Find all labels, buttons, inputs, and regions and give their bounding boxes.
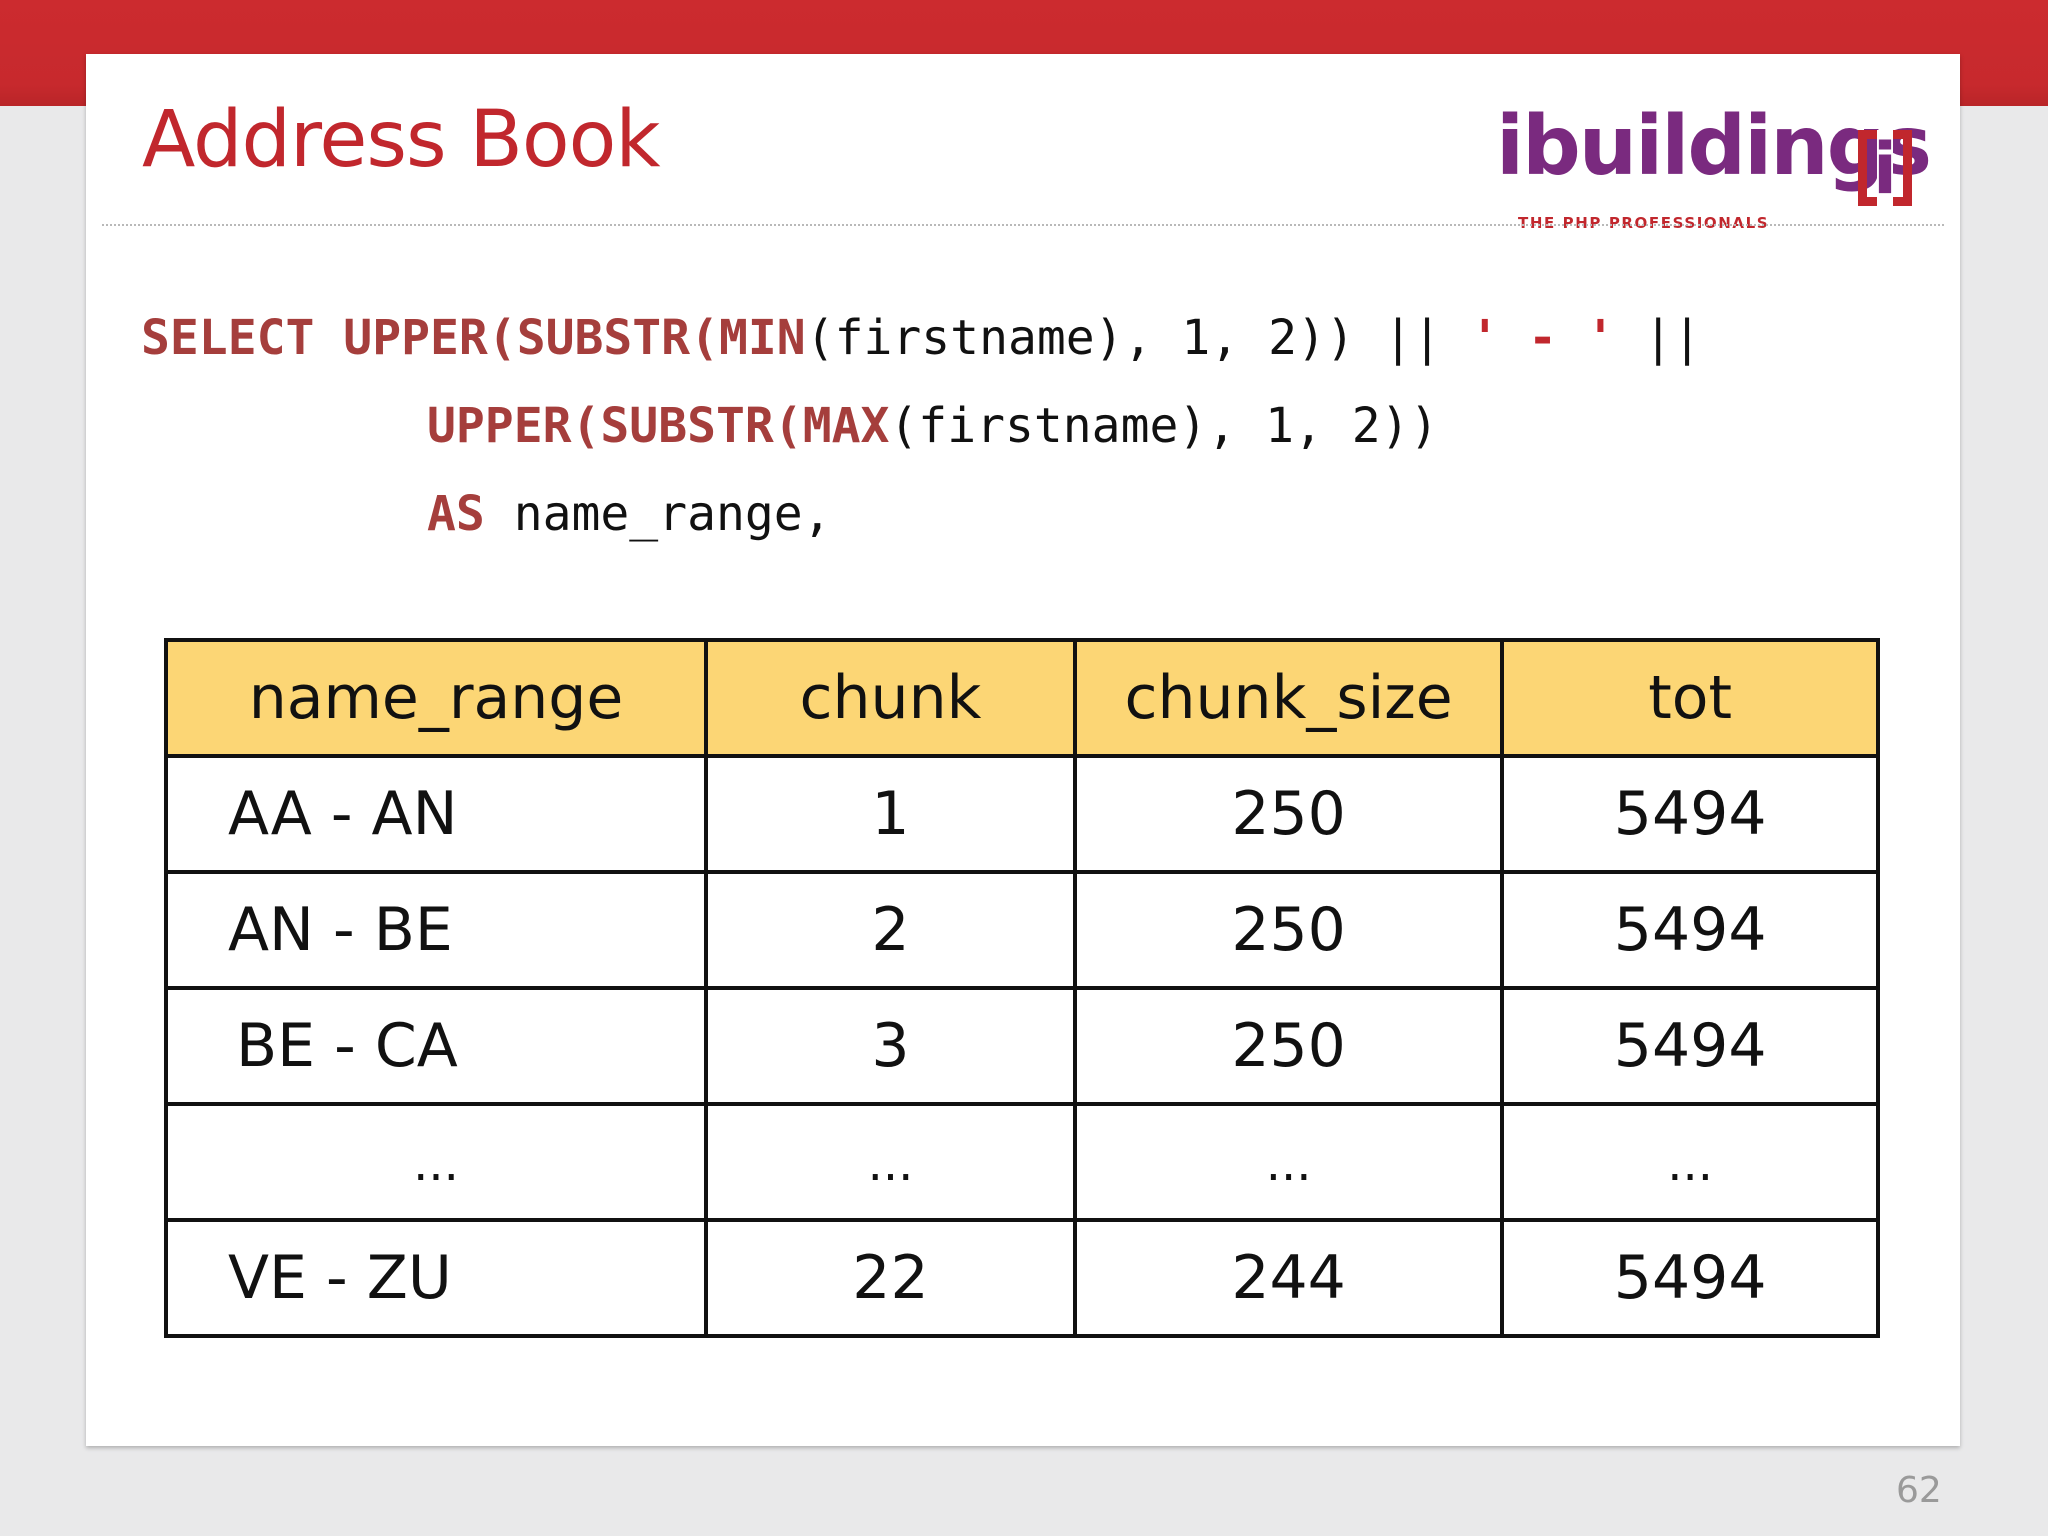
table-row: AN - BE 2 250 5494 <box>163 870 1880 990</box>
code-keyword-upper: UPPER( <box>427 398 601 454</box>
header-chunk-size: chunk_size <box>1072 638 1505 758</box>
sql-code-block: SELECT UPPER(SUBSTR(MIN(firstname), 1, 2… <box>141 294 1702 558</box>
cell-ellipsis: ... <box>1072 1102 1505 1222</box>
code-keyword-select: SELECT <box>141 310 315 366</box>
result-table: name_range chunk chunk_size tot AA - AN … <box>163 638 1880 1338</box>
cell-name-range: VE - ZU <box>163 1218 709 1338</box>
code-keyword-upper: UPPER( <box>343 310 517 366</box>
cell-tot: 5494 <box>1500 986 1880 1106</box>
cell-name-range: AN - BE <box>163 870 709 990</box>
logo-tagline: THE PHP PROFESSIONALS <box>1518 214 1770 232</box>
header-chunk: chunk <box>704 638 1077 758</box>
cell-chunk: 22 <box>704 1218 1077 1338</box>
cell-chunk-size: 244 <box>1072 1218 1505 1338</box>
table-row: BE - CA 3 250 5494 <box>163 986 1880 1106</box>
cell-name-range: AA - AN <box>163 754 709 874</box>
cell-ellipsis: ... <box>163 1102 709 1222</box>
cell-tot: 5494 <box>1500 1218 1880 1338</box>
cell-name-range: BE - CA <box>163 986 709 1106</box>
page-number: 62 <box>1896 1470 1942 1511</box>
table-header-row: name_range chunk chunk_size tot <box>163 638 1880 758</box>
code-line-1: SELECT UPPER(SUBSTR(MIN(firstname), 1, 2… <box>141 294 1702 382</box>
title-divider <box>102 224 1944 226</box>
code-keyword-substr: SUBSTR( <box>516 310 719 366</box>
code-args: (firstname), 1, 2)) <box>889 398 1439 454</box>
table-row-ellipsis: ... ... ... ... <box>163 1102 1880 1222</box>
code-keyword-min: MIN <box>718 310 806 366</box>
cell-chunk: 1 <box>704 754 1077 874</box>
code-line-2: UPPER(SUBSTR(MAX(firstname), 1, 2)) <box>141 382 1702 470</box>
code-line-3: AS name_range, <box>141 470 1702 558</box>
code-concat-operator: || <box>1354 310 1471 366</box>
table-row: AA - AN 1 250 5494 <box>163 754 1880 874</box>
code-args: (firstname), 1, 2)) <box>805 310 1355 366</box>
code-string-literal: ' - ' <box>1470 310 1615 366</box>
header-name-range: name_range <box>163 638 709 758</box>
slide-title: Address Book <box>142 95 661 185</box>
cell-chunk: 3 <box>704 986 1077 1106</box>
cell-chunk-size: 250 <box>1072 986 1505 1106</box>
cell-ellipsis: ... <box>1500 1102 1880 1222</box>
code-keyword-max: MAX <box>802 398 890 454</box>
cell-chunk: 2 <box>704 870 1077 990</box>
cell-ellipsis: ... <box>704 1102 1077 1222</box>
cell-chunk-size: 250 <box>1072 754 1505 874</box>
header-tot: tot <box>1500 638 1880 758</box>
code-keyword-substr: SUBSTR( <box>600 398 803 454</box>
cell-tot: 5494 <box>1500 870 1880 990</box>
code-keyword-as: AS <box>427 486 485 542</box>
cell-chunk-size: 250 <box>1072 870 1505 990</box>
cell-tot: 5494 <box>1500 754 1880 874</box>
slide: Address Book ibuildings i THE PHP PROFES… <box>86 54 1960 1446</box>
ibuildings-logo: ibuildings i THE PHP PROFESSIONALS <box>1496 90 1932 250</box>
code-alias: name_range, <box>484 486 832 542</box>
table-row: VE - ZU 22 244 5494 <box>163 1218 1880 1338</box>
logo-bracket-letter: i <box>1873 128 1897 210</box>
code-concat-operator: || <box>1614 310 1702 366</box>
